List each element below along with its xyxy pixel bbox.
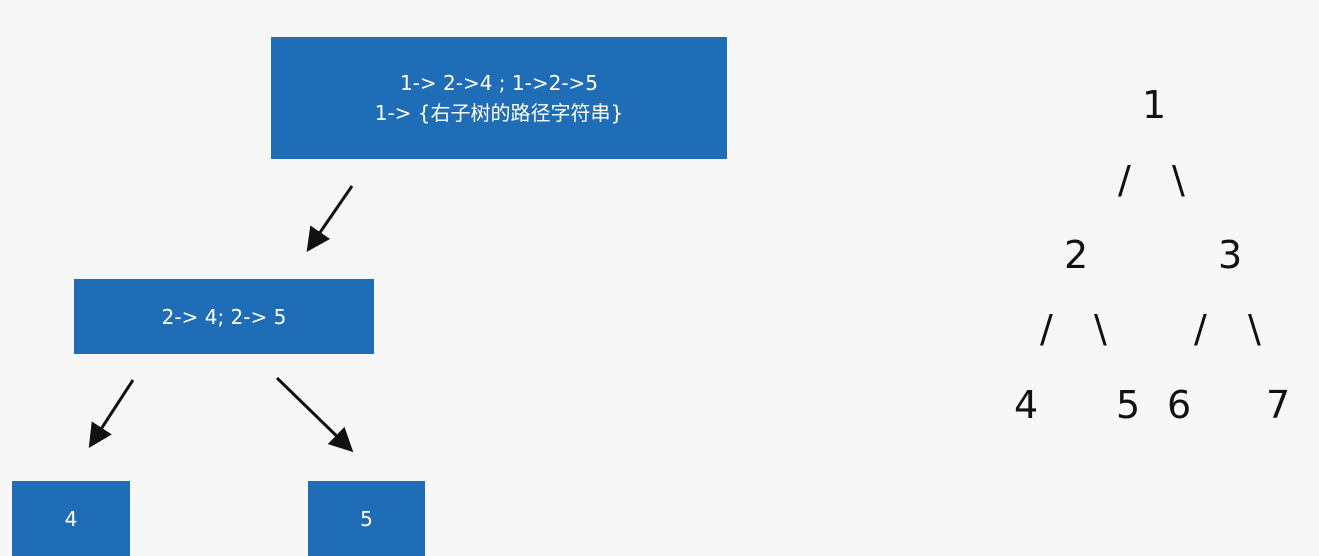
tree-node-1: 1 [1142, 83, 1167, 127]
root-path-line2: 1-> {右子树的路径字符串} [374, 101, 624, 125]
tree-edge-1-2: / [1118, 158, 1131, 202]
tree-edge-3-6: / [1194, 307, 1207, 351]
middle-path-text: 2-> 4; 2-> 5 [161, 304, 287, 329]
leaf-box-5: 5 [308, 481, 425, 556]
root-path-box: 1-> 2->4 ; 1->2->5 1-> {右子树的路径字符串} [271, 37, 727, 159]
tree-edge-1-3: \ [1172, 158, 1185, 202]
tree-node-2: 2 [1064, 233, 1089, 277]
leaf-box-4-text: 4 [64, 506, 78, 531]
tree-node-5: 5 [1116, 383, 1141, 427]
leaf-box-5-text: 5 [360, 506, 373, 531]
tree-node-3: 3 [1218, 233, 1243, 277]
arrow-root-to-middle [306, 185, 354, 252]
tree-node-7: 7 [1266, 383, 1291, 427]
tree-node-6: 6 [1167, 383, 1192, 427]
arrow-middle-to-5 [275, 376, 354, 453]
tree-edge-2-4: / [1040, 307, 1053, 351]
tree-node-4: 4 [1014, 383, 1039, 427]
root-path-line1: 1-> 2->4 ; 1->2->5 [399, 71, 599, 95]
middle-path-box: 2-> 4; 2-> 5 [74, 279, 374, 354]
tree-edge-3-7: \ [1248, 307, 1261, 351]
tree-edge-2-5: \ [1094, 307, 1107, 351]
arrow-middle-to-4 [88, 379, 135, 449]
leaf-box-4: 4 [12, 481, 130, 556]
